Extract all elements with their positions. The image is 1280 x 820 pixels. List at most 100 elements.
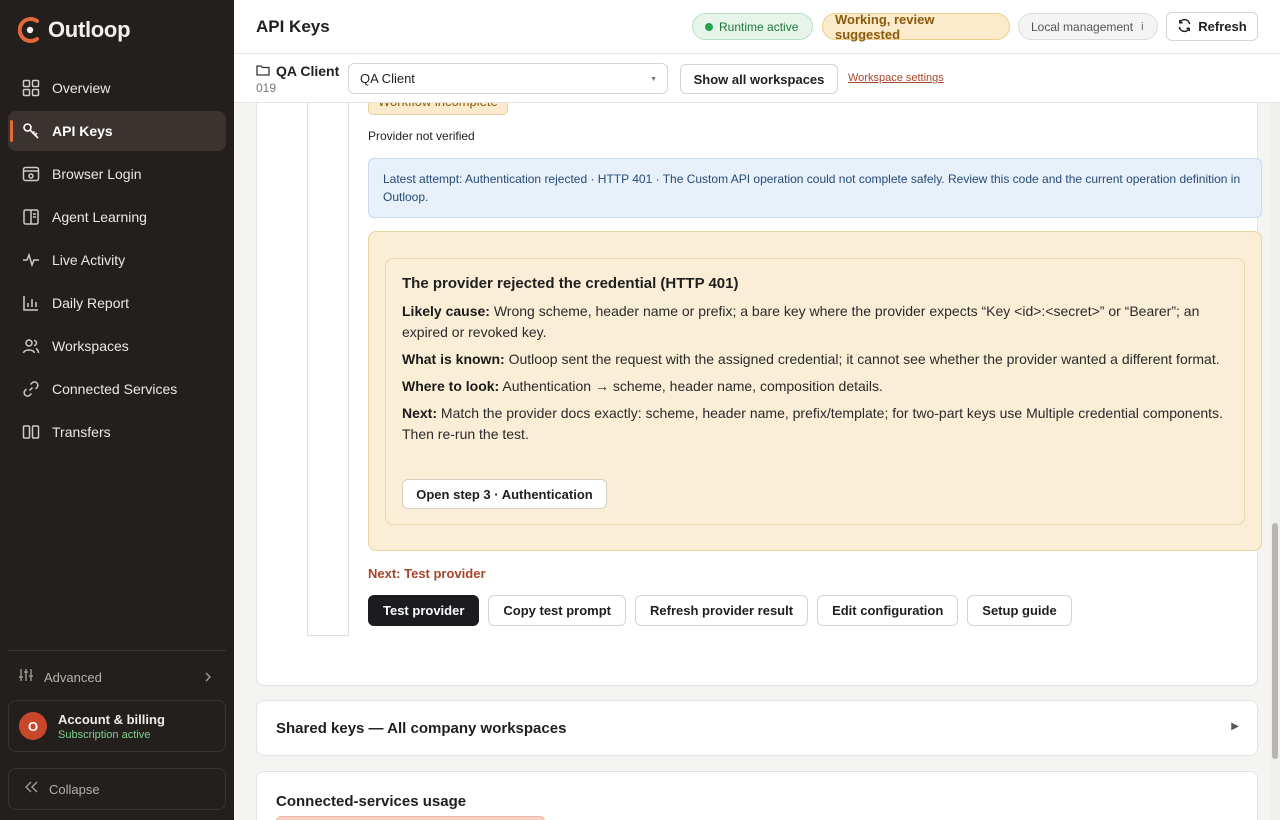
- workspace-select-value: QA Client: [360, 71, 415, 86]
- shared-keys-title: Shared keys — All company workspaces: [276, 720, 567, 737]
- what-is-known-label: What is known:: [402, 351, 505, 367]
- usage-title: Connected-services usage: [276, 793, 467, 810]
- next-steps: Next: Match the provider docs exactly: s…: [402, 403, 1228, 445]
- workspace-number: 019: [256, 81, 277, 95]
- likely-cause-text: Wrong scheme, header name or prefix; a b…: [402, 303, 1200, 340]
- latest-attempt-notice: Latest attempt: Authentication rejected …: [368, 158, 1262, 218]
- review-status-badge[interactable]: Working, review suggested: [822, 12, 1010, 42]
- sidebar-item-connected-services[interactable]: Connected Services: [8, 369, 226, 409]
- scrollbar-thumb[interactable]: [1272, 523, 1278, 759]
- workspace-name-label: QA Client: [276, 63, 340, 79]
- next-steps-label: Next:: [402, 405, 438, 421]
- top-bar: API Keys Runtime active Working, review …: [234, 0, 1280, 54]
- workspace-name: QA Client: [256, 63, 339, 79]
- sidebar-item-label: Overview: [52, 80, 111, 96]
- columns-icon: [22, 423, 40, 441]
- sidebar-item-browser-login[interactable]: Browser Login: [8, 154, 226, 194]
- shared-keys-section[interactable]: Shared keys — All company workspaces ▶: [256, 700, 1258, 756]
- sidebar-item-label: Browser Login: [52, 166, 142, 182]
- sidebar-item-api-keys[interactable]: API Keys: [8, 111, 226, 151]
- link-icon: [22, 380, 40, 398]
- workspace-select[interactable]: QA Client ▼: [348, 63, 668, 94]
- test-provider-button[interactable]: Test provider: [368, 595, 480, 626]
- account-billing-button[interactable]: O Account & billing Subscription active: [8, 700, 226, 752]
- usage-bar: [276, 816, 545, 820]
- tree-rail: [348, 103, 349, 636]
- refresh-label: Refresh: [1198, 19, 1247, 34]
- browser-icon: [22, 165, 40, 183]
- next-action-label: Next: Test provider: [368, 566, 486, 581]
- workspace-bar: QA Client 019 QA Client ▼ Show all works…: [234, 54, 1280, 103]
- likely-cause: Likely cause: Wrong scheme, header name …: [402, 301, 1228, 343]
- pulse-icon: [22, 251, 40, 269]
- tree-rail: [307, 103, 308, 636]
- info-icon: i: [1141, 20, 1144, 33]
- brand-name: Outloop: [48, 17, 131, 42]
- management-mode-label: Local management: [1031, 19, 1134, 34]
- likely-cause-label: Likely cause:: [402, 303, 490, 319]
- what-is-known: What is known: Outloop sent the request …: [402, 349, 1228, 370]
- tree-rail: [307, 635, 349, 636]
- open-authentication-step-button[interactable]: Open step 3 · Authentication: [402, 479, 607, 509]
- show-all-workspaces-button[interactable]: Show all workspaces: [680, 64, 838, 94]
- status-dot-icon: [705, 22, 713, 31]
- workflow-status-badge: Workflow incomplete: [368, 103, 508, 115]
- expand-arrow-icon: ▶: [1231, 721, 1239, 732]
- outloop-logo-icon: [17, 16, 42, 44]
- chevron-right-icon: [204, 670, 212, 688]
- sidebar-item-label: Workspaces: [52, 338, 129, 354]
- connected-services-usage-section: Connected-services usage: [256, 771, 1258, 820]
- runtime-status-badge: Runtime active: [692, 13, 813, 40]
- refresh-provider-result-button[interactable]: Refresh provider result: [635, 595, 809, 626]
- where-to-look: Where to look: Authentication → scheme, …: [402, 376, 1228, 397]
- where-to-look-text: Authentication → scheme, header name, co…: [502, 378, 883, 394]
- sliders-icon: [18, 667, 34, 688]
- runtime-status-label: Runtime active: [719, 19, 799, 34]
- advanced-label: Advanced: [44, 669, 102, 685]
- sidebar: Outloop Overview API Keys Browser Login …: [0, 0, 234, 820]
- setup-guide-button[interactable]: Setup guide: [967, 595, 1072, 626]
- diagnosis-card: The provider rejected the credential (HT…: [385, 258, 1245, 525]
- collapse-sidebar-button[interactable]: Collapse: [8, 768, 226, 810]
- bar-chart-icon: [22, 294, 40, 312]
- sidebar-item-transfers[interactable]: Transfers: [8, 412, 226, 452]
- users-icon: [22, 337, 40, 355]
- main-content: Workflow incomplete Provider not verifie…: [234, 103, 1270, 820]
- next-steps-text: Match the provider docs exactly: scheme,…: [402, 405, 1223, 442]
- edit-configuration-button[interactable]: Edit configuration: [817, 595, 959, 626]
- double-chevron-left-icon: [24, 780, 39, 798]
- copy-test-prompt-button[interactable]: Copy test prompt: [488, 595, 627, 626]
- sidebar-divider: [8, 650, 226, 651]
- sidebar-item-label: Transfers: [52, 424, 111, 440]
- advanced-toggle[interactable]: Advanced: [8, 664, 226, 690]
- where-to-look-label: Where to look:: [402, 378, 500, 394]
- subscription-status: Subscription active: [58, 728, 151, 741]
- sidebar-item-overview[interactable]: Overview: [8, 68, 226, 108]
- page-title: API Keys: [256, 17, 330, 36]
- main-nav: Overview API Keys Browser Login Agent Le…: [8, 68, 226, 455]
- sidebar-item-label: Live Activity: [52, 252, 126, 268]
- brand[interactable]: Outloop: [17, 16, 131, 44]
- main-scrollbar[interactable]: [1270, 103, 1280, 820]
- sidebar-item-label: Connected Services: [52, 381, 178, 397]
- grid-icon: [22, 79, 40, 97]
- sidebar-item-daily-report[interactable]: Daily Report: [8, 283, 226, 323]
- management-mode-badge[interactable]: Local management i: [1018, 13, 1158, 40]
- provider-card: Workflow incomplete Provider not verifie…: [256, 103, 1262, 686]
- sidebar-item-label: Daily Report: [52, 295, 130, 311]
- sidebar-item-live-activity[interactable]: Live Activity: [8, 240, 226, 280]
- sidebar-item-workspaces[interactable]: Workspaces: [8, 326, 226, 366]
- refresh-button[interactable]: Refresh: [1166, 12, 1258, 41]
- sidebar-item-label: API Keys: [52, 123, 113, 139]
- account-text: Account & billing Subscription active: [58, 712, 165, 741]
- book-icon: [22, 208, 40, 226]
- provider-verification-status: Provider not verified: [368, 129, 475, 143]
- sidebar-item-label: Agent Learning: [52, 209, 147, 225]
- refresh-icon: [1177, 18, 1192, 36]
- avatar: O: [19, 712, 47, 740]
- folder-icon: [256, 63, 270, 79]
- caret-down-icon: ▼: [650, 76, 657, 83]
- account-title: Account & billing: [58, 711, 165, 727]
- sidebar-item-agent-learning[interactable]: Agent Learning: [8, 197, 226, 237]
- workspace-settings-link[interactable]: Workspace settings: [848, 72, 944, 84]
